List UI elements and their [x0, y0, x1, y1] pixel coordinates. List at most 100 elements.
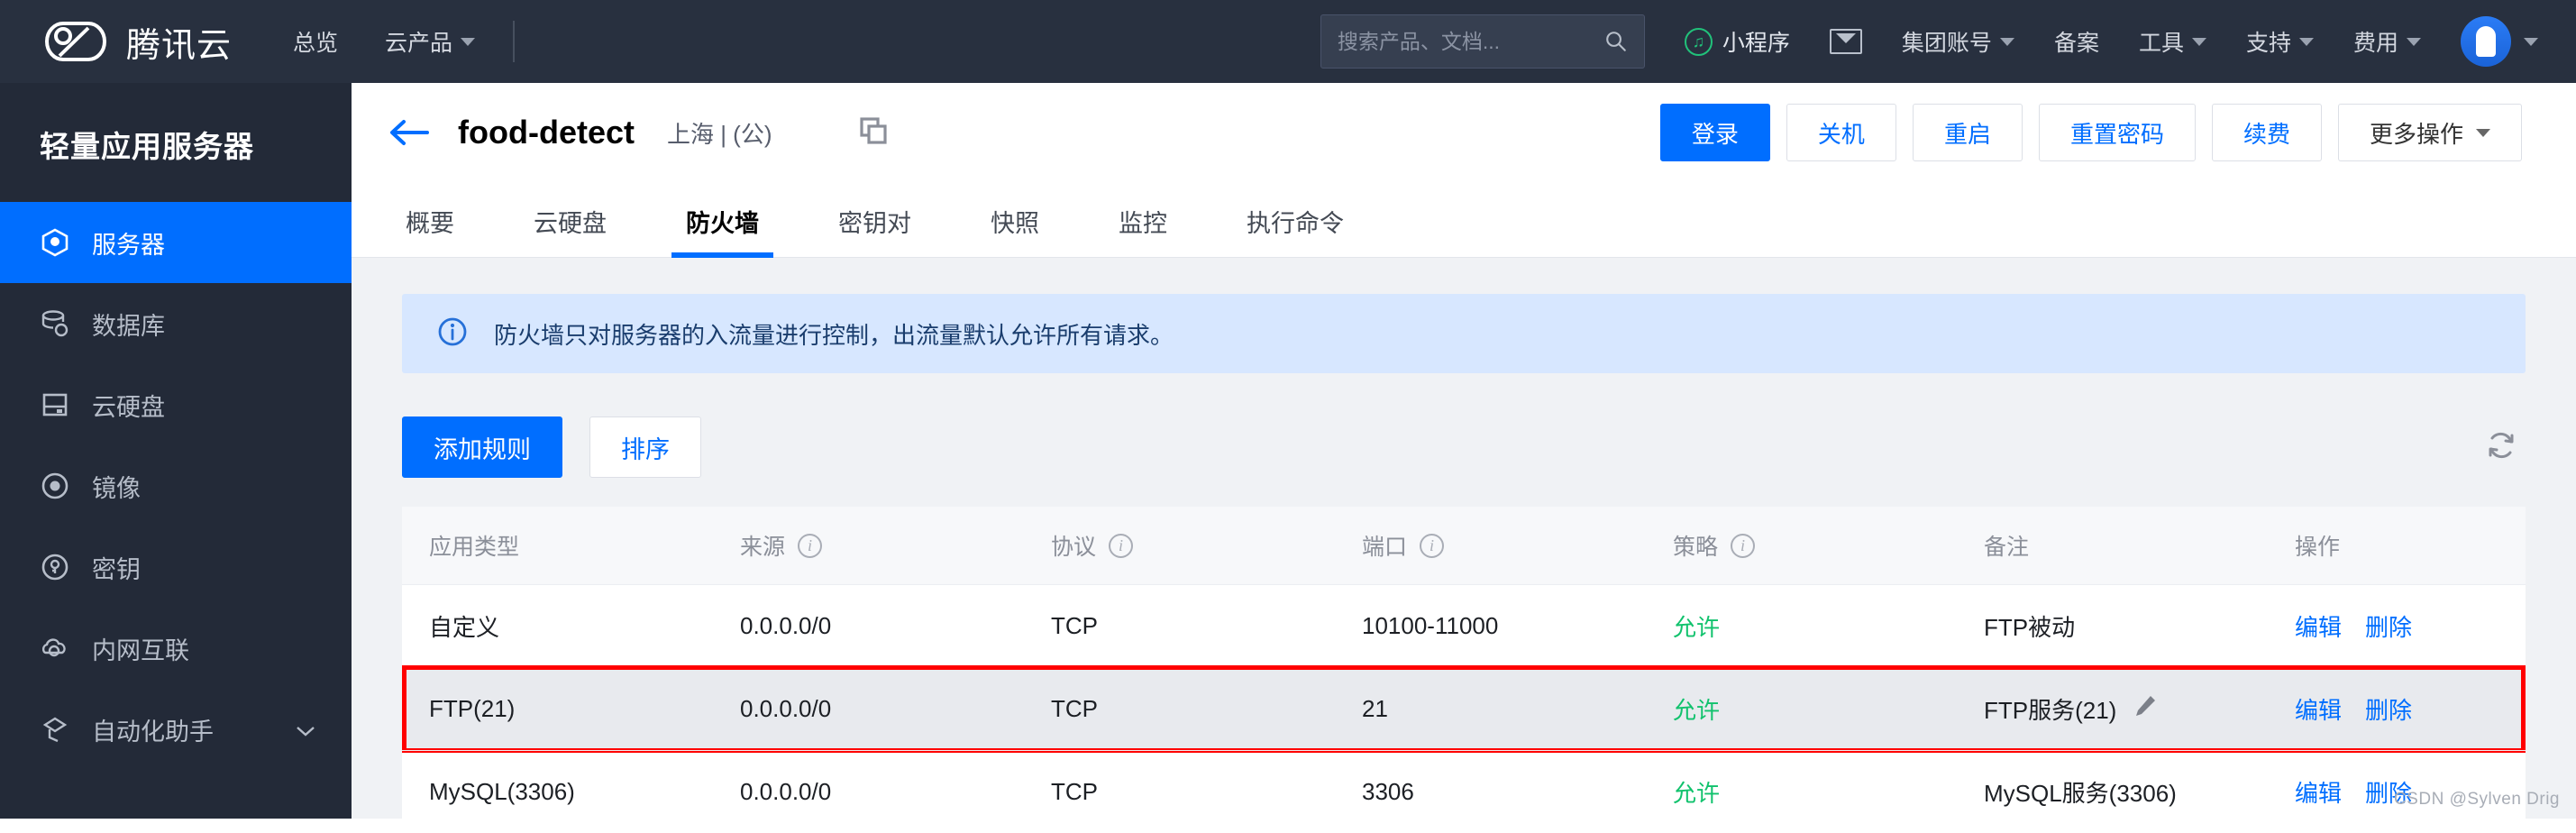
top-nav-item-tools[interactable]: 工具: [2139, 25, 2206, 58]
info-icon[interactable]: i: [1731, 533, 1756, 558]
page-header: food-detect 上海 | (公) 登录 关机 重启 重置密码 续费 更多…: [352, 83, 2576, 258]
cell-note: MySQL服务(3306): [1984, 775, 2295, 809]
tab-monitor[interactable]: 监控: [1099, 204, 1187, 257]
mail-icon[interactable]: [1829, 29, 1862, 54]
column-label: 备注: [1984, 535, 2030, 560]
column-label: 策略: [1673, 535, 1719, 560]
cell-policy: 允许: [1673, 697, 1721, 724]
page-region-label: 上海 | (公): [666, 120, 772, 148]
sidebar-item-server[interactable]: 服务器: [0, 202, 352, 283]
tab-bar: 概要 云硬盘 防火墙 密钥对 快照 监控 执行命令: [352, 182, 2576, 258]
info-icon[interactable]: i: [798, 533, 823, 558]
key-icon: [38, 550, 72, 584]
sidebar-item-label: 服务器: [92, 231, 165, 259]
chevron-down-icon: [2524, 37, 2538, 46]
cell-policy: 允许: [1673, 780, 1721, 807]
cell-source: 0.0.0.0/0: [740, 695, 832, 722]
disk-icon: [38, 388, 72, 422]
login-button[interactable]: 登录: [1659, 104, 1770, 161]
server-icon: [38, 225, 72, 260]
search-box[interactable]: [1320, 14, 1645, 69]
mini-program-entry[interactable]: ♫ 小程序: [1684, 25, 1790, 58]
top-nav-item-products[interactable]: 云产品: [385, 25, 476, 58]
cell-note: FTP服务(21): [1984, 692, 2295, 726]
top-header-bar: 腾讯云 总览 云产品 ♫ 小程序 集团账号 备案: [0, 0, 2576, 83]
copy-icon[interactable]: [857, 114, 890, 151]
column-label: 端口: [1362, 535, 1408, 560]
edit-link[interactable]: 编辑: [2295, 775, 2342, 809]
cell-app-type: FTP(21): [429, 695, 516, 722]
sidebar: 轻量应用服务器 服务器 数据库 云硬盘 镜像 密钥 内网互联 自动化助手: [0, 83, 352, 819]
reset-password-button[interactable]: 重置密码: [2038, 104, 2196, 161]
cell-protocol: TCP: [1051, 612, 1098, 639]
content-area: 防火墙只对服务器的入流量进行控制，出流量默认允许所有请求。 添加规则 排序 应用…: [352, 258, 2576, 833]
brand-logo-group[interactable]: 腾讯云: [43, 16, 232, 67]
sidebar-item-automation[interactable]: 自动化助手: [0, 689, 352, 770]
edit-link[interactable]: 编辑: [2295, 609, 2342, 643]
tab-snapshot[interactable]: 快照: [971, 204, 1059, 257]
restart-button[interactable]: 重启: [1912, 104, 2023, 161]
cell-source: 0.0.0.0/0: [740, 612, 832, 639]
chevron-down-icon[interactable]: [296, 716, 315, 744]
chevron-down-icon: [2476, 128, 2490, 137]
sidebar-item-intranet[interactable]: 内网互联: [0, 608, 352, 689]
sidebar-item-label: 镜像: [92, 474, 141, 502]
avatar-person-icon: [2476, 26, 2496, 57]
search-input[interactable]: [1337, 29, 1604, 54]
tab-execute-command[interactable]: 执行命令: [1227, 204, 1364, 257]
cell-operations: 编辑 删除: [2295, 609, 2526, 643]
info-icon[interactable]: i: [1109, 533, 1134, 558]
top-nav-label: 费用: [2352, 31, 2398, 56]
add-rule-button[interactable]: 添加规则: [402, 416, 562, 478]
network-icon: [38, 631, 72, 665]
info-icon[interactable]: i: [1420, 533, 1445, 558]
top-nav-item-support[interactable]: 支持: [2246, 25, 2314, 58]
sidebar-item-image[interactable]: 镜像: [0, 445, 352, 526]
image-icon: [38, 469, 72, 503]
tab-overview[interactable]: 概要: [386, 204, 474, 257]
top-nav-item-billing[interactable]: 费用: [2353, 25, 2421, 58]
top-nav-item-filing[interactable]: 备案: [2054, 25, 2099, 58]
firewall-rules-table: 应用类型 来源 i 协议 i 端口 i 策略 i 备注 操作 自定义 0.0.0…: [402, 507, 2526, 833]
sidebar-item-label: 内网互联: [92, 636, 189, 664]
sidebar-item-cloud-disk[interactable]: 云硬盘: [0, 364, 352, 445]
column-label: 协议: [1051, 535, 1097, 560]
tab-cloud-disk[interactable]: 云硬盘: [514, 204, 626, 257]
pencil-edit-icon[interactable]: [2133, 693, 2158, 725]
info-banner: 防火墙只对服务器的入流量进行控制，出流量默认允许所有请求。: [402, 294, 2526, 373]
renew-button[interactable]: 续费: [2211, 104, 2322, 161]
top-nav-item-group-account[interactable]: 集团账号: [1902, 25, 2014, 58]
nav-divider: [513, 21, 516, 62]
table-row[interactable]: MySQL(3306) 0.0.0.0/0 TCP 3306 允许 MySQL服…: [402, 750, 2526, 833]
chevron-down-icon: [2407, 37, 2421, 46]
sort-button[interactable]: 排序: [589, 416, 701, 478]
refresh-icon[interactable]: [2477, 421, 2526, 474]
chevron-down-icon: [1999, 37, 2014, 46]
sidebar-item-database[interactable]: 数据库: [0, 283, 352, 364]
table-row[interactable]: FTP(21) 0.0.0.0/0 TCP 21 允许 FTP服务(21) 编辑…: [402, 665, 2526, 753]
search-icon[interactable]: [1604, 27, 1628, 56]
brand-name: 腾讯云: [126, 26, 233, 65]
delete-link[interactable]: 删除: [2365, 692, 2412, 726]
cell-app-type: 自定义: [429, 614, 500, 641]
tab-key-pair[interactable]: 密钥对: [818, 204, 931, 257]
delete-link[interactable]: 删除: [2365, 609, 2412, 643]
column-header-note: 备注: [1984, 529, 2295, 562]
note-text: FTP被动: [1984, 614, 2076, 641]
more-actions-button[interactable]: 更多操作: [2337, 104, 2522, 161]
top-nav-item-overview[interactable]: 总览: [293, 25, 338, 58]
top-right-group: ♫ 小程序 集团账号 备案 工具 支持 费用: [1320, 14, 2538, 69]
back-arrow-icon[interactable]: [386, 114, 433, 151]
tab-firewall[interactable]: 防火墙: [666, 204, 779, 258]
avatar: [2461, 16, 2511, 67]
page-action-buttons: 登录 关机 重启 重置密码 续费 更多操作: [1659, 104, 2522, 161]
cell-port: 21: [1362, 695, 1388, 722]
table-row[interactable]: 自定义 0.0.0.0/0 TCP 10100-11000 允许 FTP被动 编…: [402, 584, 2526, 667]
sidebar-item-key[interactable]: 密钥: [0, 526, 352, 608]
sidebar-item-label: 密钥: [92, 555, 141, 583]
edit-link[interactable]: 编辑: [2295, 692, 2342, 726]
table-toolbar: 添加规则 排序: [402, 416, 2526, 478]
shutdown-button[interactable]: 关机: [1786, 104, 1896, 161]
user-menu[interactable]: [2461, 16, 2538, 67]
cell-app-type: MySQL(3306): [429, 778, 575, 805]
